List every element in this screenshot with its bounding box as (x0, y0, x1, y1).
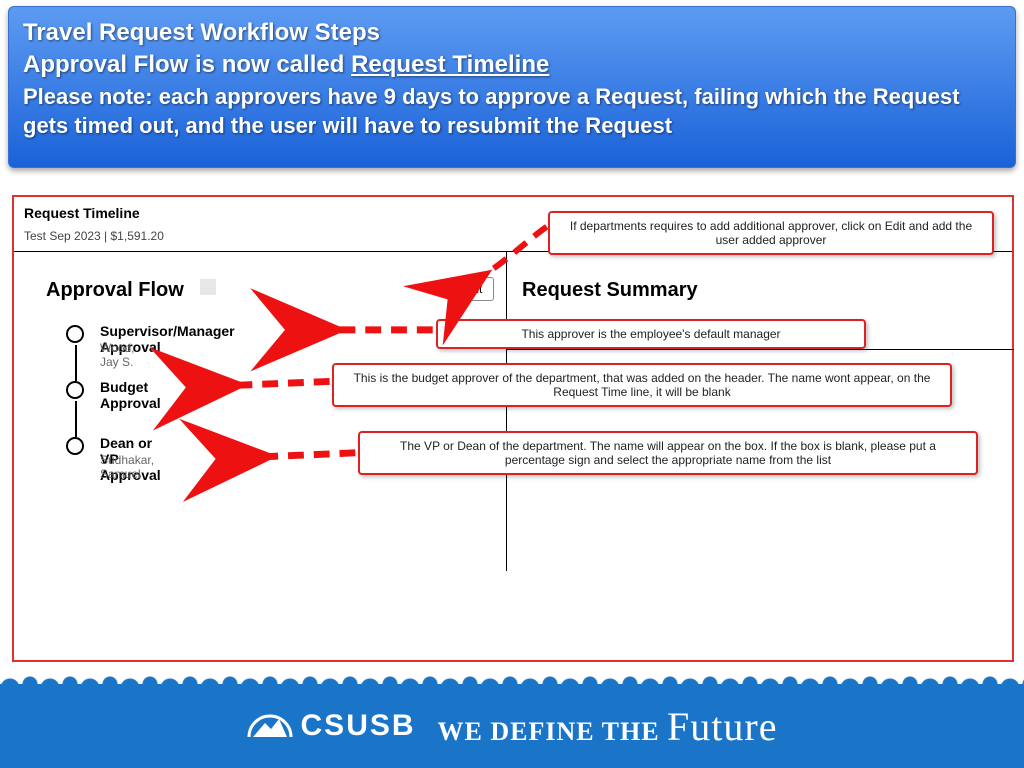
mountain-icon (247, 711, 293, 741)
banner-note: Please note: each approvers have 9 days … (23, 82, 1001, 141)
approval-flow-heading: Approval Flow (46, 279, 184, 302)
step-title: Budget Approval (100, 379, 161, 411)
csusb-logo: CSUSB (247, 709, 416, 743)
step-approver-name: Wood, Jay S. (100, 341, 134, 369)
org-name: CSUSB (301, 709, 416, 743)
request-timeline-title: Request Timeline (24, 205, 140, 221)
footer-band: CSUSB WE DEFINE THE Future (0, 684, 1024, 768)
instruction-banner: Travel Request Workflow Steps Approval F… (8, 6, 1016, 168)
banner-line1: Travel Request Workflow Steps (23, 17, 1001, 49)
tagline: WE DEFINE THE Future (438, 703, 778, 750)
step-node-icon (66, 325, 84, 343)
callout-dean: The VP or Dean of the department. The na… (358, 431, 978, 475)
vertical-divider (506, 251, 507, 571)
step-approver-name: Sudhakar, Samuel (100, 453, 154, 481)
approval-flow-badge (200, 279, 216, 295)
summary-divider (506, 349, 1014, 350)
edit-button[interactable]: Edit (450, 277, 494, 301)
callout-budget: This is the budget approver of the depar… (332, 363, 952, 407)
step-node-icon (66, 381, 84, 399)
step-connector (75, 401, 77, 437)
banner-line2: Approval Flow is now called Request Time… (23, 49, 1001, 81)
request-summary-heading: Request Summary (522, 279, 698, 302)
callout-edit: If departments requires to add additiona… (548, 211, 994, 255)
tagline-script: Future (667, 704, 777, 749)
step-connector (75, 345, 77, 381)
step-node-icon (66, 437, 84, 455)
banner-line2-underline: Request Timeline (351, 51, 549, 78)
request-timeline-screenshot: Request Timeline Test Sep 2023 | $1,591.… (12, 195, 1014, 662)
annotation-arrows (14, 197, 1012, 660)
tagline-plain: WE DEFINE THE (438, 717, 660, 746)
callout-supervisor: This approver is the employee's default … (436, 319, 866, 349)
banner-line2-prefix: Approval Flow is now called (23, 51, 351, 78)
request-subline: Test Sep 2023 | $1,591.20 (24, 229, 164, 243)
